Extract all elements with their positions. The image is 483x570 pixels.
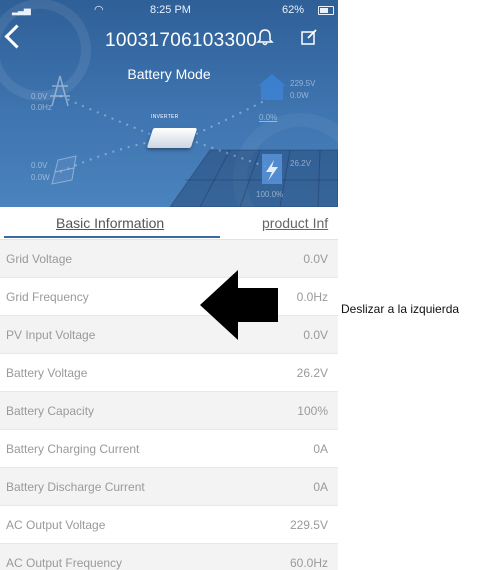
status-time: 8:25 PM — [150, 4, 191, 16]
list-item: Battery Capacity 100% — [0, 392, 338, 430]
bell-icon[interactable] — [256, 28, 274, 46]
device-id-title: 10031706103300 — [105, 30, 258, 51]
back-chevron-icon[interactable] — [4, 24, 29, 49]
row-value: 229.5V — [289, 518, 328, 532]
row-value: 0.0V — [303, 328, 328, 342]
list-item: Grid Frequency 0.0Hz — [0, 278, 338, 316]
left-arrow-icon — [200, 270, 278, 340]
phone-screen: ▂▃▅ ◠ 8:25 PM 62% 10031706103300 Battery… — [0, 0, 338, 570]
row-label: PV Input Voltage — [6, 328, 96, 342]
info-list[interactable]: Grid Voltage 0.0V Grid Frequency 0.0Hz PV … — [0, 240, 338, 570]
grid-voltage-readout: 229.5V — [290, 79, 316, 88]
row-value: 0.0V — [303, 252, 328, 266]
row-label: Grid Frequency — [6, 290, 89, 304]
info-tabs: Basic Information product Inf — [0, 207, 338, 240]
row-label: AC Output Voltage — [6, 518, 106, 532]
title-bar: 10031706103300 — [0, 24, 338, 54]
wifi-icon: ◠ — [94, 4, 104, 16]
battery-status-icon — [318, 6, 334, 15]
pv-voltage-readout: 0.0V — [31, 92, 48, 101]
row-label: Grid Voltage — [6, 252, 73, 266]
header-hero: ▂▃▅ ◠ 8:25 PM 62% 10031706103300 Battery… — [0, 0, 338, 207]
grid-power-readout: 0.0W — [290, 91, 309, 100]
row-value: 0A — [313, 480, 328, 494]
status-battery-percent: 62% — [282, 4, 305, 16]
battery-percent-readout: 100.0% — [256, 190, 284, 199]
list-item: AC Output Frequency 60.0Hz — [0, 544, 338, 570]
status-bar: ▂▃▅ ◠ 8:25 PM 62% — [0, 0, 338, 20]
tab-product-information[interactable]: product Inf — [262, 215, 328, 231]
row-value: 26.2V — [296, 366, 328, 380]
solar-panel-icon — [51, 155, 77, 185]
signal-bars-icon: ▂▃▅ — [12, 5, 31, 15]
battery-level-icon — [262, 154, 282, 184]
battery-voltage-readout: 26.2V — [290, 159, 311, 168]
swipe-left-hint: Deslizar a la izquierda — [341, 302, 460, 316]
edit-icon[interactable] — [300, 28, 318, 46]
mode-label: Battery Mode — [127, 66, 211, 82]
row-value: 60.0Hz — [289, 556, 328, 570]
row-value: 0.0Hz — [296, 290, 328, 304]
row-value: 100% — [297, 404, 328, 418]
active-tab-indicator — [4, 236, 220, 238]
grid-percent-readout: 0.0% — [259, 113, 278, 122]
list-item: Grid Voltage 0.0V — [0, 240, 338, 278]
row-label: Battery Discharge Current — [6, 480, 145, 494]
list-item: Battery Charging Current 0A — [0, 430, 338, 468]
pv-power-readout: 0.0Hz — [31, 103, 52, 112]
list-item: Battery Discharge Current 0A — [0, 468, 338, 506]
list-item: Battery Voltage 26.2V — [0, 354, 338, 392]
row-label: Battery Charging Current — [6, 442, 140, 456]
solar-power-readout: 0.0W — [31, 173, 50, 182]
list-item: PV Input Voltage 0.0V — [0, 316, 338, 354]
row-label: AC Output Frequency — [6, 556, 123, 570]
list-item: AC Output Voltage 229.5V — [0, 506, 338, 544]
solar-voltage-readout: 0.0V — [31, 161, 48, 170]
inverter-label: INVERTER — [151, 114, 179, 120]
tab-basic-information[interactable]: Basic Information — [56, 215, 164, 231]
row-value: 0A — [313, 442, 328, 456]
row-label: Battery Capacity — [6, 404, 95, 418]
row-label: Battery Voltage — [6, 366, 88, 380]
inverter-icon — [146, 128, 198, 148]
